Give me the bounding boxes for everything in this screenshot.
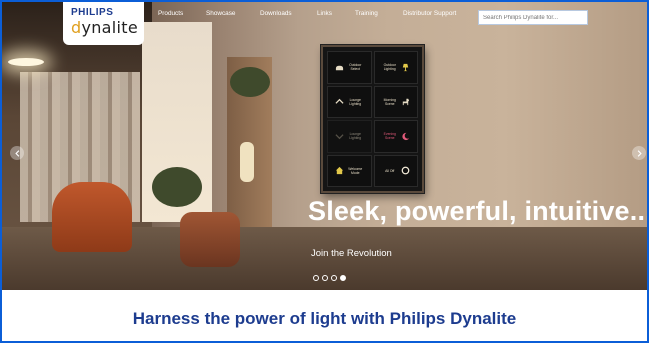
carousel-dot-active[interactable] xyxy=(340,275,346,281)
chevron-left-icon xyxy=(14,149,19,157)
hero-armchair xyxy=(52,182,132,252)
nav-training[interactable]: Training xyxy=(355,10,378,17)
hero-lamp xyxy=(240,142,254,182)
dynalite-wordmark-rest: ynalite xyxy=(81,18,138,37)
hero-plant xyxy=(152,167,202,207)
sofa-icon xyxy=(336,65,344,70)
lighting-control-panel: Outdoor Select Outdoor Lighting Lounge L… xyxy=(321,45,424,193)
lamp-icon xyxy=(402,63,408,71)
dog-icon xyxy=(402,99,409,106)
panel-button-label: Morning Scene xyxy=(383,97,396,106)
house-icon xyxy=(336,167,344,175)
circle-icon xyxy=(401,166,410,175)
philips-wordmark: PHILIPS xyxy=(71,7,114,18)
search-input[interactable] xyxy=(478,10,588,25)
carousel-dot[interactable] xyxy=(313,275,319,281)
panel-button-label: Lounge Lighting xyxy=(349,132,362,141)
panel-button-welcome-mode: Welcome Mode xyxy=(327,154,372,187)
hero-headline: Sleek, powerful, intuitive... xyxy=(308,196,647,226)
hero-ceiling-light xyxy=(8,58,44,66)
carousel-dot[interactable] xyxy=(331,275,337,281)
moon-icon xyxy=(402,132,409,140)
dynalite-wordmark: dynalite xyxy=(71,18,144,37)
panel-button-label: Welcome Mode xyxy=(348,166,363,175)
hero-plant xyxy=(230,67,270,97)
carousel-prev-button[interactable] xyxy=(10,146,24,160)
panel-button-lounge-up: Lounge Lighting xyxy=(327,85,372,118)
carousel-next-button[interactable] xyxy=(632,146,646,160)
carousel-dot[interactable] xyxy=(322,275,328,281)
nav-downloads[interactable]: Downloads xyxy=(260,10,292,17)
hero-chair xyxy=(180,212,240,267)
carousel-indicators xyxy=(313,275,346,281)
panel-button-lounge-down: Lounge Lighting xyxy=(327,120,372,153)
nav-showcase[interactable]: Showcase xyxy=(206,10,236,17)
panel-button-label: Outdoor Select xyxy=(349,63,362,72)
panel-button-label: Evening Scene xyxy=(383,132,396,141)
panel-button-label: Lounge Lighting xyxy=(349,97,362,106)
panel-button-evening-scene: Evening Scene xyxy=(373,120,418,153)
panel-button-outdoor-lighting: Outdoor Lighting xyxy=(373,51,418,84)
chevron-right-icon xyxy=(637,149,642,157)
panel-button-all-off: All Off xyxy=(373,154,418,187)
panel-button-label: Outdoor Lighting xyxy=(383,63,396,72)
dynalite-wordmark-accent: d xyxy=(71,18,82,37)
hero-carousel: Outdoor Select Outdoor Lighting Lounge L… xyxy=(2,2,647,290)
page-tagline: Harness the power of light with Philips … xyxy=(132,309,517,328)
join-revolution-link[interactable]: Join the Revolution xyxy=(311,248,392,259)
philips-dynalite-logo[interactable]: PHILIPS dynalite xyxy=(63,2,144,45)
nav-products[interactable]: Products xyxy=(158,10,183,17)
chevron-down-icon xyxy=(335,134,344,139)
panel-button-morning-scene: Morning Scene xyxy=(373,85,418,118)
nav-distributor-support[interactable]: Distributor Support xyxy=(403,10,456,17)
nav-links[interactable]: Links xyxy=(317,10,332,17)
chevron-up-icon xyxy=(335,99,344,104)
panel-button-outdoor-select: Outdoor Select xyxy=(327,51,372,84)
panel-button-label: All Off xyxy=(385,168,395,173)
